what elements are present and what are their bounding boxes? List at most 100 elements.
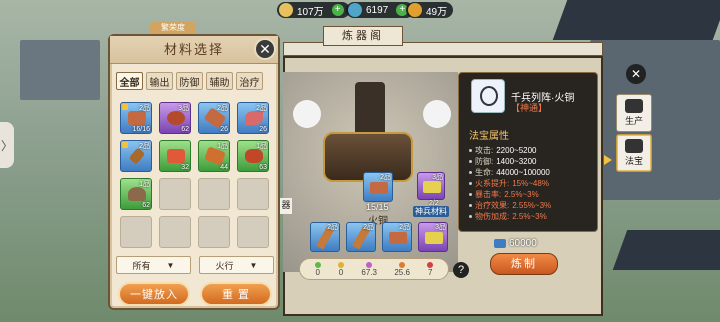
- tier-badge: 2品: [380, 174, 391, 181]
- game-screen: { "resources": [ {"name": "ingot", "valu…: [0, 0, 720, 322]
- stat-label: 物伤加成:: [475, 212, 510, 221]
- side-drawer-handle[interactable]: 〉: [0, 122, 14, 168]
- stat-label: 暴击率:: [475, 190, 502, 199]
- tab-defense[interactable]: 防御: [176, 72, 203, 90]
- level-badge-icon: [122, 104, 128, 110]
- close-forge-button[interactable]: ✕: [626, 64, 646, 84]
- stat-label: 攻击:: [475, 146, 494, 155]
- side-material-slot[interactable]: 3品: [417, 172, 445, 200]
- forge-title: 炼器阁: [323, 26, 403, 46]
- help-button[interactable]: ?: [453, 262, 469, 278]
- stat-value: 44000~100000: [496, 168, 550, 177]
- resource-value: 107万: [297, 6, 324, 18]
- material-slots: 2品 2品 2品 3品: [310, 222, 448, 252]
- resource-value: 6197: [366, 4, 389, 16]
- material-slot[interactable]: 2品 16/16: [120, 102, 152, 134]
- stat-label: 防御:: [475, 157, 494, 166]
- menu-production[interactable]: 生产: [616, 94, 652, 132]
- stat-row: 火系提升: 15%~48%: [469, 178, 549, 189]
- resource-value: 49万: [426, 6, 448, 18]
- pinecone-icon: [167, 111, 185, 125]
- empty-slot: [120, 216, 152, 248]
- tier-badge: 1品: [139, 181, 150, 188]
- copper-ingot-icon: [370, 182, 388, 194]
- add-resource-button[interactable]: +: [331, 4, 344, 16]
- tier-badge: 2品: [217, 105, 228, 112]
- tab-heal[interactable]: 治疗: [236, 72, 263, 90]
- element-water: 67.3: [361, 261, 377, 277]
- cauldron-icon: [625, 99, 643, 113]
- material-slot[interactable]: 3品 62: [159, 102, 191, 134]
- element-value: 0: [338, 267, 344, 277]
- material-slot[interactable]: 1品 63: [237, 140, 269, 172]
- prosperity-tag: 繁荣度: [150, 22, 196, 34]
- material-slot[interactable]: 2品: [310, 222, 340, 252]
- tier-badge: 2品: [327, 224, 338, 231]
- element-value: 67.3: [361, 267, 377, 277]
- stat-value: 15%~48%: [512, 179, 549, 188]
- reset-button[interactable]: 重 置: [200, 282, 272, 306]
- material-slot[interactable]: 2品 26: [237, 102, 269, 134]
- empty-slot: [198, 216, 230, 248]
- element-value: 0: [315, 267, 320, 277]
- material-slot[interactable]: 2品 26: [198, 102, 230, 134]
- tab-attack[interactable]: 输出: [146, 72, 173, 90]
- empty-slot: [237, 178, 269, 210]
- close-button[interactable]: ✕: [254, 38, 276, 60]
- feather-icon: [425, 232, 443, 244]
- stat-row: 攻击: 2200~5200: [469, 145, 537, 156]
- resource-ingot: 107万 +: [277, 2, 350, 18]
- main-material-count: 15/15: [366, 202, 389, 212]
- stat-label: 治疗效果:: [475, 201, 510, 210]
- filters: 所有 ▼ 火行 ▼: [116, 256, 274, 274]
- element-filter[interactable]: 火行 ▼: [199, 256, 274, 274]
- menu-label: 生产: [624, 116, 643, 126]
- item-tooltip: 千兵列阵·火铜 【神通】 法宝属性 攻击: 2200~5200 防御: 1400~3…: [458, 72, 598, 232]
- main-material-slot[interactable]: 2品: [363, 172, 393, 202]
- resource-jade: 6197 +: [346, 2, 415, 18]
- side-stub-label: 器: [280, 198, 292, 214]
- auto-fill-button[interactable]: 一键放入: [118, 282, 190, 306]
- element-value: 25.6: [394, 267, 410, 277]
- copper-ingot-icon: [389, 232, 407, 244]
- bullet-icon: [469, 204, 472, 207]
- tier-badge: 1品: [256, 143, 267, 150]
- stat-row: 防御: 1400~3200: [469, 156, 537, 167]
- stat-value: 2.5%~3%: [504, 190, 539, 199]
- jade-cost-icon: [494, 239, 506, 248]
- side-material-label: 神兵材料: [413, 206, 449, 217]
- red-ore-icon: [167, 149, 185, 163]
- material-panel: 材料选择 ✕ 全部 输出 防御 辅助 治疗 2品 16/16 3品 62 2品 …: [108, 34, 280, 310]
- weapon-glyph-icon: [480, 86, 498, 106]
- material-slot[interactable]: 3品: [418, 222, 448, 252]
- dropdown-arrow-icon: ▼: [166, 260, 175, 270]
- stat-row: 暴击率: 2.5%~3%: [469, 189, 539, 200]
- tab-all[interactable]: 全部: [116, 72, 143, 90]
- tier-badge: 2品: [363, 224, 374, 231]
- stat-row: 治疗效果: 2.55%~3%: [469, 200, 551, 211]
- material-slot[interactable]: 1品 44: [198, 140, 230, 172]
- element-filter-value: 火行: [215, 260, 234, 271]
- tab-support[interactable]: 辅助: [206, 72, 233, 90]
- material-slot[interactable]: 2品: [346, 222, 376, 252]
- element-earth: 7: [427, 261, 434, 277]
- treasure-icon: [625, 139, 643, 153]
- tier-badge: 3品: [178, 105, 189, 112]
- material-slot[interactable]: 32: [159, 140, 191, 172]
- resource-gold: 49万: [406, 2, 454, 18]
- item-count: 62: [181, 126, 189, 133]
- stat-value: 1400~3200: [496, 157, 537, 166]
- stat-value: 2.5%~3%: [512, 212, 547, 221]
- grade-filter[interactable]: 所有 ▼: [116, 256, 191, 274]
- material-slot[interactable]: 2品: [382, 222, 412, 252]
- building: [20, 40, 100, 100]
- stat-label: 生命:: [475, 168, 494, 177]
- menu-treasure[interactable]: 法宝: [616, 134, 652, 172]
- material-slot[interactable]: 2品: [120, 140, 152, 172]
- item-count: 32: [181, 164, 189, 171]
- ingot-icon: [279, 3, 293, 17]
- material-slot[interactable]: 1品 62: [120, 178, 152, 210]
- bullet-icon: [469, 171, 472, 174]
- empty-slot: [237, 216, 269, 248]
- forge-button[interactable]: 炼制: [490, 253, 558, 275]
